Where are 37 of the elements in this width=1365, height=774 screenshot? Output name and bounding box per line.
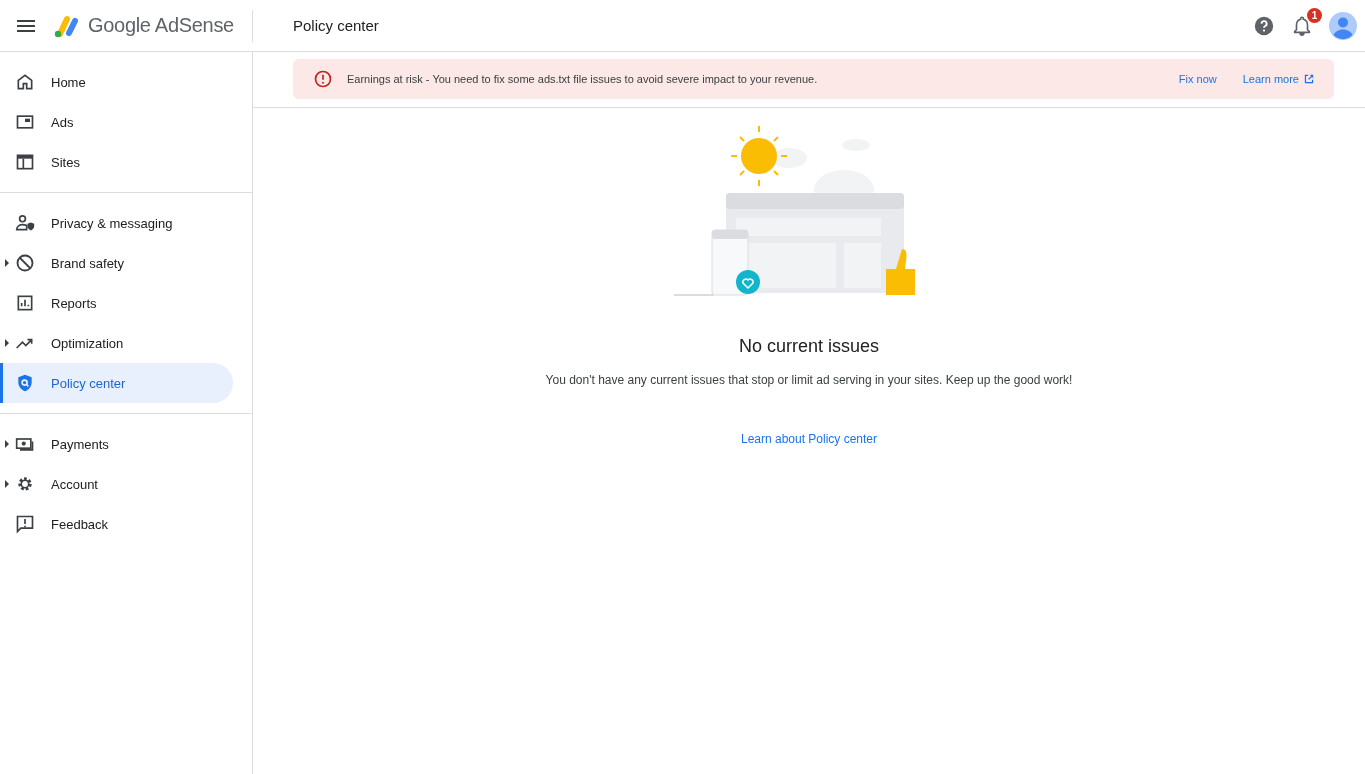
nav-item[interactable]: Ads xyxy=(0,102,233,142)
nav-item[interactable]: Reports xyxy=(0,283,233,323)
expand-caret-icon[interactable] xyxy=(5,440,9,448)
nav-item[interactable]: Optimization xyxy=(0,323,233,363)
empty-state-description: You don't have any current issues that stop or limit ad serving in your sites. Keep up the good work! xyxy=(545,373,1073,387)
nav-item[interactable]: Privacy & messaging xyxy=(0,203,233,243)
feedback-icon xyxy=(15,514,35,534)
alert-link[interactable]: Fix now xyxy=(1178,73,1217,85)
ads-icon xyxy=(15,112,35,132)
nav-item[interactable]: Sites xyxy=(0,142,233,182)
notification-badge: 1 xyxy=(1307,7,1322,23)
nav-item[interactable]: Account xyxy=(0,464,233,504)
nav-item[interactable]: Home xyxy=(0,62,233,102)
expand-caret-icon[interactable] xyxy=(5,259,9,267)
error-icon xyxy=(313,69,333,89)
help-icon[interactable] xyxy=(1253,14,1275,37)
empty-state-title: No current issues xyxy=(738,336,880,357)
policy-center-link[interactable]: Learn about Policy center xyxy=(740,432,878,446)
avatar-icon[interactable] xyxy=(1329,11,1357,40)
nav-item[interactable]: Feedback xyxy=(0,504,233,544)
block-icon xyxy=(15,253,35,273)
reports-icon xyxy=(15,293,35,313)
nav-item[interactable]: Brand safety xyxy=(0,243,233,283)
nav-item[interactable]: Payments xyxy=(0,424,233,464)
alert-message: Earnings at risk - You need to fix some ads.txt file issues to avoid severe impact to your revenue. xyxy=(347,73,819,85)
shield-icon xyxy=(15,373,35,393)
notification-bell-icon[interactable] xyxy=(1291,14,1313,37)
alert-link[interactable]: Learn more xyxy=(1242,73,1299,85)
expand-caret-icon[interactable] xyxy=(5,339,9,347)
product-name: Google AdSense xyxy=(88,14,234,37)
nav-item[interactable]: Policy center xyxy=(0,363,233,403)
page-title: Policy center xyxy=(293,17,380,34)
sites-icon xyxy=(15,152,35,172)
privacy-icon xyxy=(15,213,35,233)
expand-caret-icon[interactable] xyxy=(5,480,9,488)
external-link-icon xyxy=(1304,74,1314,84)
home-icon xyxy=(15,72,35,92)
